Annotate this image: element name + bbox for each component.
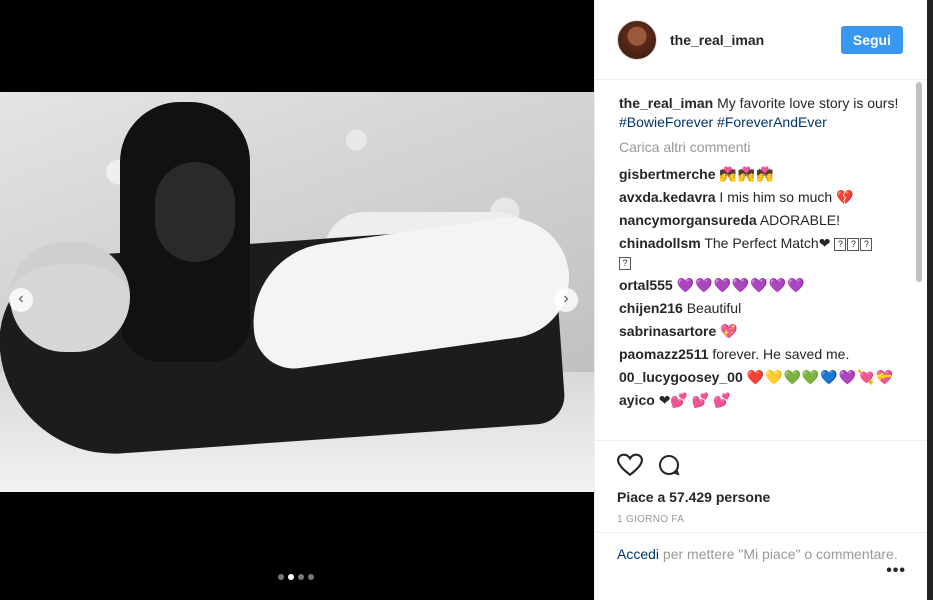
comment-item: ayico ❤💕 💕 💕 (619, 391, 906, 410)
unknown-glyph-icon: ? (847, 237, 860, 251)
unknown-glyph-icon: ? (619, 256, 631, 270)
caption-text: My favorite love story is ours! (717, 95, 899, 111)
heart-icon[interactable] (617, 453, 643, 477)
comment-username[interactable]: chijen216 (619, 300, 683, 316)
comment-item: gisbertmerche 💏💏💏 (619, 165, 906, 184)
comment-username[interactable]: ortal555 (619, 277, 673, 293)
carousel-next-button[interactable]: › (554, 288, 578, 312)
header-username[interactable]: the_real_iman (670, 32, 841, 48)
carousel-dot (278, 574, 284, 580)
comment-item: paomazz2511 forever. He saved me. (619, 345, 906, 364)
unknown-glyph-icon: ? (834, 237, 847, 251)
post-actions: Piace a 57.429 persone 1 GIORNO FA (595, 440, 928, 525)
comment-item: sabrinasartore 💖 (619, 322, 906, 341)
login-link[interactable]: Accedi (617, 546, 659, 562)
comment-icon[interactable] (657, 453, 681, 477)
comments-list: the_real_iman My favorite love story is … (595, 80, 928, 440)
add-comment-section: Accedi per mettere "Mi piace" o commenta… (595, 532, 928, 600)
chevron-left-icon: ‹ (18, 290, 24, 307)
comment-text: ADORABLE! (759, 212, 840, 228)
post-photo[interactable] (0, 92, 594, 492)
comment-text: The Perfect Match❤ (704, 235, 831, 251)
action-icons (617, 451, 904, 479)
comment-text: ❤💕 💕 💕 (658, 392, 731, 408)
comment-item: 00_lucygoosey_00 ❤️💛💚💚💙💜💘💝 (619, 368, 906, 387)
load-more-comments-button[interactable]: Carica altri commenti (619, 138, 906, 157)
carousel-dot-active (288, 574, 294, 580)
post-header: the_real_iman Segui (595, 0, 927, 80)
carousel-indicator (278, 574, 314, 580)
carousel-dot (308, 574, 314, 580)
avatar[interactable] (617, 19, 657, 60)
post-timestamp: 1 GIORNO FA (617, 514, 685, 525)
comment-text: ❤️💛💚💚💙💜💘💝 (746, 369, 895, 385)
likes-count[interactable]: Piace a 57.429 persone (617, 489, 904, 505)
unknown-glyph-icon: ? (860, 237, 873, 251)
comment-text: I mis him so much 💔 (719, 189, 854, 205)
window-edge (927, 0, 933, 600)
post-media: ‹ › (0, 0, 594, 600)
comment-username[interactable]: 00_lucygoosey_00 (619, 369, 743, 385)
comment-username[interactable]: nancymorgansureda (619, 212, 757, 228)
comment-text: 💖 (720, 323, 738, 339)
photo-face-a (155, 162, 235, 262)
hashtag-link[interactable]: #ForeverAndEver (717, 114, 827, 130)
comment-username[interactable]: avxda.kedavra (619, 189, 716, 205)
carousel-prev-button[interactable]: ‹ (9, 288, 33, 312)
comment-item: ortal555 💜💜💜💜💜💜💜 (619, 276, 906, 295)
comment-username[interactable]: gisbertmerche (619, 166, 715, 182)
comment-item: chijen216 Beautiful (619, 299, 906, 318)
comment-username[interactable]: sabrinasartore (619, 323, 716, 339)
post-caption: the_real_iman My favorite love story is … (619, 94, 906, 132)
scrollbar-thumb[interactable] (916, 82, 922, 282)
follow-button[interactable]: Segui (840, 25, 903, 54)
comment-item: chinadollsm The Perfect Match❤ ??? ? (619, 234, 906, 272)
comment-username[interactable]: ayico (619, 392, 655, 408)
comment-username[interactable]: chinadollsm (619, 235, 701, 251)
post-side-panel: the_real_iman Segui the_real_iman My fav… (594, 0, 928, 600)
hashtag-link[interactable]: #BowieForever (619, 114, 713, 130)
carousel-dot (298, 574, 304, 580)
caption-username[interactable]: the_real_iman (619, 95, 713, 111)
comment-text: forever. He saved me. (712, 346, 850, 362)
comments-scrollbar[interactable] (915, 82, 923, 436)
login-prompt-text: per mettere "Mi piace" o commentare. (662, 546, 898, 562)
more-options-button[interactable]: ••• (886, 561, 906, 580)
comment-username[interactable]: paomazz2511 (619, 346, 709, 362)
comment-text: Beautiful (686, 300, 742, 316)
comment-text: 💜💜💜💜💜💜💜 (676, 277, 806, 293)
comment-text: 💏💏💏 (719, 166, 775, 182)
comment-item: avxda.kedavra I mis him so much 💔 (619, 188, 906, 207)
chevron-right-icon: › (563, 290, 569, 307)
comment-item: nancymorgansureda ADORABLE! (619, 211, 906, 230)
